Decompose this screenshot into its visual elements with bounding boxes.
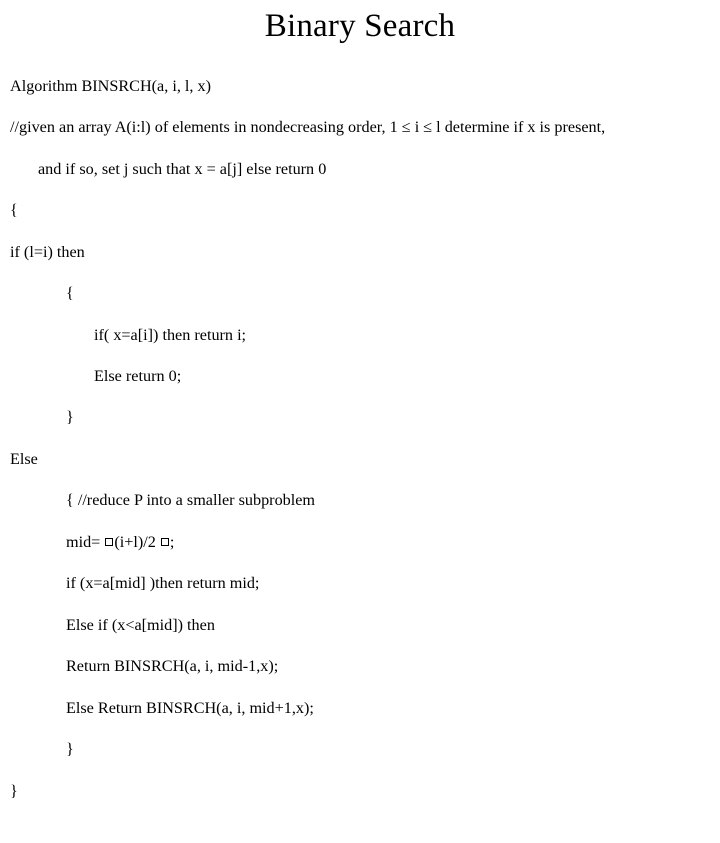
code-line: if( x=a[i]) then return i; (10, 325, 710, 346)
code-text: mid= (66, 533, 104, 551)
code-line: { //reduce P into a smaller subproblem (10, 490, 710, 511)
code-line: Return BINSRCH(a, i, mid-1,x); (10, 656, 710, 677)
code-line: { (10, 283, 710, 304)
code-text: (i+l)/2 (114, 533, 160, 551)
code-line: Else Return BINSRCH(a, i, mid+1,x); (10, 698, 710, 719)
code-line: if (x=a[mid] )then return mid; (10, 573, 710, 594)
code-line: } (10, 407, 710, 428)
code-line: { (10, 200, 710, 221)
code-line: //given an array A(i:l) of elements in n… (10, 117, 710, 138)
code-line: Else (10, 449, 710, 470)
page-title: Binary Search (10, 8, 710, 45)
code-line: and if so, set j such that x = a[j] else… (10, 159, 710, 180)
code-text: ; (170, 533, 175, 551)
code-line: Else if (x<a[mid]) then (10, 615, 710, 636)
floor-close-icon (161, 538, 169, 546)
code-line: } (10, 739, 710, 760)
floor-open-icon (105, 538, 113, 546)
code-line: mid= (i+l)/2 ; (10, 532, 710, 553)
code-line: Algorithm BINSRCH(a, i, l, x) (10, 76, 710, 97)
algorithm-code: Algorithm BINSRCH(a, i, l, x) //given an… (10, 55, 710, 843)
slide: Binary Search Algorithm BINSRCH(a, i, l,… (0, 0, 720, 540)
code-line: Else return 0; (10, 366, 710, 387)
code-line: if (l=i) then (10, 242, 710, 263)
code-line: } (10, 781, 710, 802)
